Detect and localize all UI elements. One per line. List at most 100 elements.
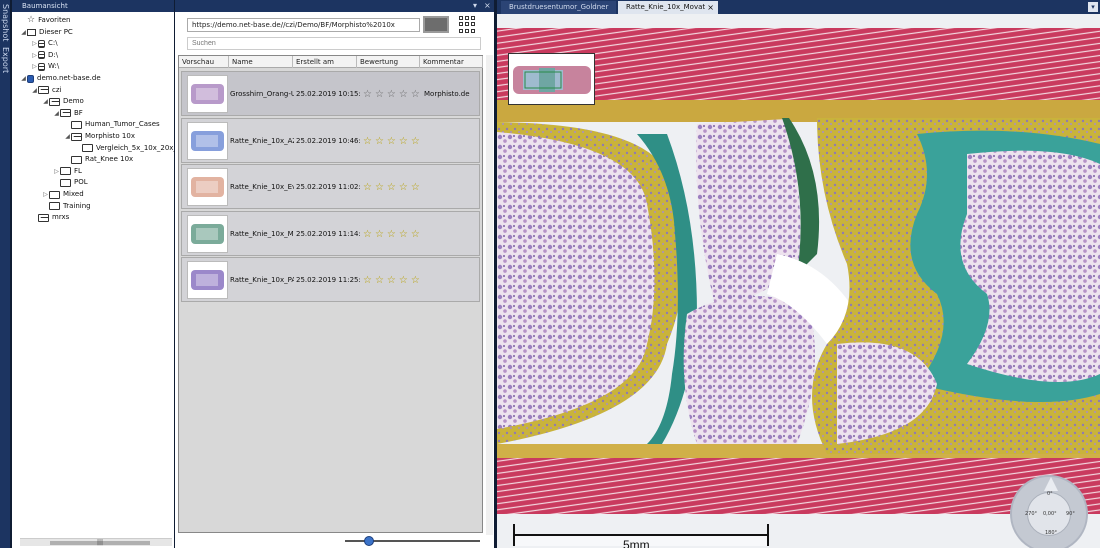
expander-icon[interactable]: ▷	[53, 166, 60, 177]
view-mode-single-button[interactable]	[423, 16, 449, 33]
expander-icon[interactable]: ◢	[42, 96, 49, 107]
tree-node[interactable]: mrxs	[31, 212, 69, 223]
rating-stars[interactable]: ☆☆☆☆☆	[363, 165, 423, 210]
tree-node[interactable]: ▷ D:\	[31, 50, 58, 61]
tree-node-label: W:\	[48, 62, 60, 71]
column-created[interactable]: Erstellt am	[293, 56, 357, 68]
expander-icon[interactable]: ▷	[31, 50, 38, 61]
tree-node[interactable]: ◢ Demo	[42, 96, 84, 107]
grid-view-icon[interactable]	[459, 16, 476, 33]
folder-open-icon	[71, 132, 82, 141]
pin-icon[interactable]: ▾	[473, 0, 477, 12]
folder-icon	[49, 190, 60, 199]
thumbnail-size-slider[interactable]	[345, 536, 480, 546]
column-rating[interactable]: Bewertung	[357, 56, 420, 68]
file-created: 25.02.2019 10:15:11	[296, 90, 360, 98]
close-icon[interactable]: ×	[484, 0, 491, 12]
file-comment	[424, 165, 480, 210]
star-icon[interactable]: ☆☆☆☆☆	[363, 275, 423, 286]
file-created: 25.02.2019 11:02:31	[296, 183, 360, 191]
tree-node[interactable]: Vergleich_5x_10x_20x_40x	[75, 143, 190, 154]
star-icon[interactable]: ☆☆☆☆☆	[363, 182, 423, 193]
star-icon[interactable]: ☆☆☆☆☆	[363, 229, 423, 240]
tree-horizontal-scrollbar[interactable]: |||	[20, 538, 172, 546]
tree-node-label: Demo	[63, 97, 84, 106]
tab-menu-icon[interactable]: ▾	[1088, 2, 1098, 12]
rating-stars[interactable]: ☆☆☆☆☆	[363, 72, 423, 117]
folder-open-icon	[38, 86, 49, 95]
rating-stars[interactable]: ☆☆☆☆☆	[363, 119, 423, 164]
tree-node[interactable]: ▷ W:\	[31, 61, 59, 72]
tree-node[interactable]: ▷ Mixed	[42, 189, 84, 200]
scrollbar-thumb[interactable]: |||	[50, 540, 150, 546]
rating-stars[interactable]: ☆☆☆☆☆	[363, 212, 423, 257]
expander-icon[interactable]: ◢	[31, 85, 38, 96]
tab-brustdruesentumor[interactable]: Brustdruesentumor_Goldner	[501, 1, 616, 14]
file-created: 25.02.2019 10:46:16	[296, 136, 360, 145]
tree-node[interactable]: ◢ Morphisto 10x	[64, 131, 135, 142]
search-input[interactable]	[187, 37, 481, 50]
tree-node-label: Morphisto 10x	[85, 132, 135, 140]
rating-stars[interactable]: ☆☆☆☆☆	[363, 258, 423, 303]
tree-node-label: Mixed	[63, 190, 84, 198]
star-icon[interactable]: ☆☆☆☆☆	[363, 89, 423, 100]
file-comment	[424, 119, 480, 164]
tree-node[interactable]: ▷ FL	[53, 166, 82, 177]
file-table: Vorschau Name Erstellt am Bewertung Komm…	[178, 55, 483, 533]
file-browser-panel: ▾ × Vorschau Name Erstellt am Bewertung …	[175, 0, 494, 548]
tree-node[interactable]: ◢ czi	[31, 85, 61, 96]
expander-icon[interactable]: ◢	[20, 73, 27, 84]
tree-node[interactable]: Training	[42, 201, 91, 212]
expander-icon[interactable]: ▷	[31, 61, 38, 72]
file-comment	[424, 258, 480, 303]
tree-node[interactable]: Human_Tumor_Cases	[64, 119, 160, 130]
column-comment[interactable]: Kommentar	[420, 56, 483, 68]
tree-node[interactable]: ◢ Dieser PC	[20, 27, 73, 38]
column-name[interactable]: Name	[229, 56, 293, 68]
tree-node-label: Dieser PC	[39, 27, 73, 36]
overview-thumbnail[interactable]	[508, 53, 595, 105]
column-preview[interactable]: Vorschau	[179, 56, 229, 68]
tab-ratte-knie-movat[interactable]: Ratte_Knie_10x_Movat ×	[618, 1, 718, 14]
browser-vertical-scrollbar[interactable]	[486, 55, 493, 535]
scale-bar: 5mm	[513, 524, 769, 548]
rotation-compass[interactable]: 0° 270° 0,00° 90° 180°	[1010, 475, 1088, 548]
tree-node[interactable]: ☆ Favoriten	[20, 15, 71, 26]
star-icon[interactable]: ☆☆☆☆☆	[363, 136, 423, 147]
tree-node[interactable]: ▷ C:\	[31, 38, 58, 49]
expander-icon[interactable]: ◢	[53, 108, 60, 119]
export-tab[interactable]: Export	[0, 46, 10, 74]
tree-node-label: FL	[74, 166, 82, 175]
tree-node[interactable]: POL	[53, 177, 88, 188]
tree-node-label: czi	[52, 85, 62, 94]
file-comment: Morphisto.de	[424, 90, 470, 98]
expander-icon[interactable]: ▷	[42, 189, 49, 200]
image-viewer: Brustdruesentumor_Goldner Ratte_Knie_10x…	[497, 0, 1100, 548]
table-header: Vorschau Name Erstellt am Bewertung Komm…	[179, 56, 483, 68]
file-created: 25.02.2019 11:25:23	[296, 276, 360, 284]
browser-titlebar: ▾ ×	[175, 0, 494, 12]
server-icon	[27, 74, 34, 83]
close-tab-icon[interactable]: ×	[707, 1, 714, 14]
folder-open-icon	[60, 109, 71, 118]
table-row[interactable]: Ratte_Knie_10x_AZAN25.02.2019 10:46:16☆☆…	[181, 117, 480, 164]
table-row[interactable]: Ratte_Knie_10x_EvG.czi25.02.2019 11:02:3…	[181, 164, 480, 209]
compass-north: 0°	[1047, 491, 1053, 497]
tree-node[interactable]: ◢ BF	[53, 108, 83, 119]
table-row[interactable]: Ratte_Knie_10x_PAS_25.02.2019 11:25:23☆☆…	[181, 257, 480, 302]
file-thumbnail	[187, 261, 228, 299]
table-row[interactable]: Ratte_Knie_10x_Movat25.02.2019 11:14:27☆…	[181, 210, 480, 257]
slide-image[interactable]: 5mm 0° 270° 0,00° 90° 180°	[497, 14, 1100, 548]
tree-node[interactable]: Rat_Knee 10x	[64, 154, 133, 165]
path-input[interactable]	[187, 18, 420, 32]
folder-icon	[82, 144, 93, 153]
snapshot-tab[interactable]: Snapshot	[0, 4, 10, 42]
table-row[interactable]: Grosshirn_Orang-Utan25.02.2019 10:15:11 M…	[181, 71, 480, 116]
expander-icon[interactable]: ◢	[64, 131, 71, 142]
expander-icon[interactable]: ▷	[31, 38, 38, 49]
tree-node[interactable]: ◢ demo.net-base.de	[20, 73, 101, 84]
north-arrow-icon	[1044, 477, 1058, 491]
tree-node-label: demo.net-base.de	[37, 74, 101, 82]
expander-icon[interactable]: ◢	[20, 27, 27, 38]
slider-thumb[interactable]	[364, 536, 374, 546]
